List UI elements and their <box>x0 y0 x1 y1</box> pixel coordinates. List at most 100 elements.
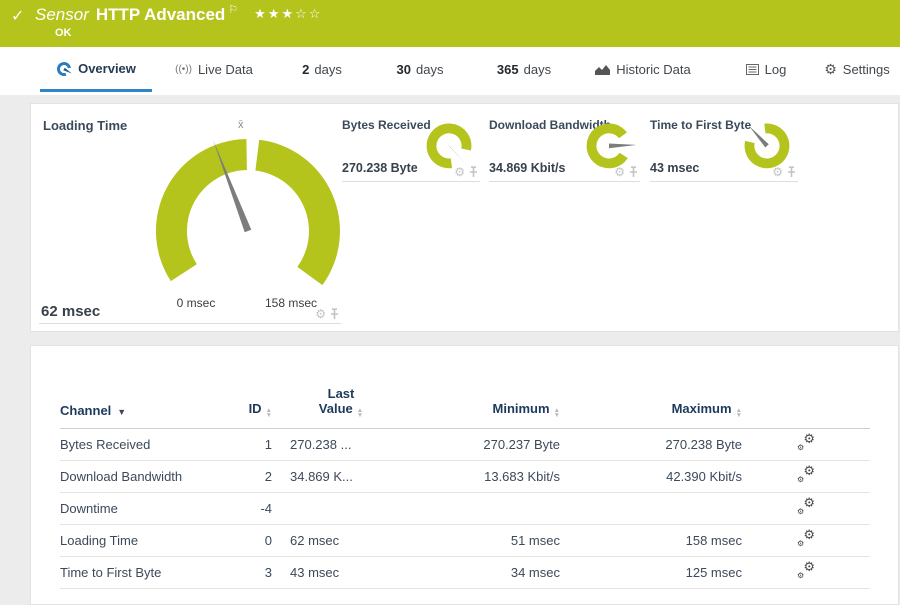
tab-historic-data[interactable]: Historic Data <box>588 47 698 92</box>
gauge-tile-bytes-received[interactable]: Bytes Received 270.238 Byte ⚙ <box>342 112 480 182</box>
gauge-tile-time-to-first-byte[interactable]: Time to First Byte 43 msec ⚙ <box>650 112 798 182</box>
sort-desc-icon: ▼ <box>117 407 127 417</box>
gauge-value: 62 msec <box>41 303 101 320</box>
channel-minimum: 34 msec <box>410 556 560 589</box>
channel-id: 3 <box>210 556 272 589</box>
table-row: Bytes Received 1 270.238 ... 270.237 Byt… <box>60 428 870 461</box>
sort-icons: ▲ ▼ <box>553 407 560 419</box>
gear-icon: ⚙ <box>824 61 837 77</box>
tab-number: 365 <box>496 62 519 77</box>
channel-last-value: 43 msec <box>272 556 410 589</box>
pin-icon[interactable] <box>469 166 478 178</box>
stars-empty: ☆☆ <box>295 6 323 21</box>
channel-settings-icon[interactable]: ⚙ ⚙ <box>797 528 815 548</box>
flag-icon[interactable]: ⚐ <box>228 4 238 16</box>
sort-icons: ▲ ▼ <box>265 407 272 419</box>
channel-name[interactable]: Downtime <box>60 492 210 525</box>
channel-maximum: 158 msec <box>560 524 742 557</box>
tab-label: Log <box>764 62 787 77</box>
gauge-settings-gear-icon[interactable]: ⚙ <box>315 308 326 320</box>
column-header-minimum[interactable]: Minimum ▲ ▼ <box>410 372 560 429</box>
gauge-needle <box>608 143 637 149</box>
gauge-title: Bytes Received <box>342 118 431 132</box>
channel-maximum <box>560 492 742 525</box>
channel-last-value: 270.238 ... <box>272 428 410 461</box>
gauge-title: Time to First Byte <box>650 118 752 132</box>
column-header-last-value[interactable]: Last Value ▲ ▼ <box>272 372 410 429</box>
gauge-title: Loading Time <box>43 118 128 133</box>
sensor-title: HTTP Advanced <box>95 5 226 24</box>
channels-panel: Channel ▼ ID ▲ ▼ Last Value ▲ ▼ Minimum ▲ ▼ Max… <box>30 345 899 605</box>
channel-name[interactable]: Time to First Byte <box>60 556 210 589</box>
channel-minimum <box>410 492 560 525</box>
channel-name[interactable]: Download Bandwidth <box>60 460 210 493</box>
log-list-icon <box>745 64 759 75</box>
pin-icon[interactable] <box>330 308 339 320</box>
gauge-value: 270.238 Byte <box>342 161 418 175</box>
broadcast-icon: ((•)) <box>175 64 192 75</box>
tab-label: Live Data <box>197 62 253 77</box>
gauge-value: 43 msec <box>650 161 700 175</box>
channel-id: -4 <box>210 492 272 525</box>
column-header-id[interactable]: ID ▲ ▼ <box>210 372 272 429</box>
sort-icons: ▲ ▼ <box>356 407 364 419</box>
table-row: Download Bandwidth 2 34.869 K... 13.683 … <box>60 460 870 493</box>
tab-2-days[interactable]: 2 days <box>293 47 351 92</box>
tab-30-days[interactable]: 30 days <box>388 47 452 92</box>
channel-maximum: 42.390 Kbit/s <box>560 460 742 493</box>
column-header-channel[interactable]: Channel ▼ <box>60 372 210 429</box>
channel-settings-icon[interactable]: ⚙ ⚙ <box>797 496 815 516</box>
gauge-icon <box>57 62 72 76</box>
channel-id: 0 <box>210 524 272 557</box>
gauge-tile-download-bandwidth[interactable]: Download Bandwidth 34.869 Kbit/s ⚙ <box>489 112 640 182</box>
channel-last-value: 62 msec <box>272 524 410 557</box>
tab-settings[interactable]: ⚙ Settings <box>822 47 892 92</box>
table-row: Loading Time 0 62 msec 51 msec 158 msec … <box>60 524 870 557</box>
priority-stars[interactable]: ★★★☆☆ <box>254 6 322 21</box>
sensor-kind-label: Sensor <box>35 5 89 24</box>
channel-settings-icon[interactable]: ⚙ ⚙ <box>797 560 815 580</box>
channel-name[interactable]: Bytes Received <box>60 428 210 461</box>
column-header-maximum[interactable]: Maximum ▲ ▼ <box>560 372 742 429</box>
pin-icon[interactable] <box>787 166 796 178</box>
area-chart-icon <box>595 65 611 75</box>
pin-icon[interactable] <box>629 166 638 178</box>
channel-settings-icon[interactable]: ⚙ ⚙ <box>797 432 815 452</box>
gauge-settings-gear-icon[interactable]: ⚙ <box>614 166 625 178</box>
channel-minimum: 270.237 Byte <box>410 428 560 461</box>
tab-number: 30 <box>396 62 411 77</box>
gauge-scale-min: 0 msec <box>176 296 216 310</box>
channel-name[interactable]: Loading Time <box>60 524 210 557</box>
channel-maximum: 270.238 Byte <box>560 428 742 461</box>
table-row: Time to First Byte 3 43 msec 34 msec 125… <box>60 556 870 589</box>
tab-log[interactable]: Log <box>737 47 795 92</box>
channel-last-value <box>272 492 410 525</box>
gauge-settings-gear-icon[interactable]: ⚙ <box>772 166 783 178</box>
tab-label: Overview <box>78 60 136 76</box>
tab-365-days[interactable]: 365 days <box>487 47 561 92</box>
status-ok-check-icon: ✓ <box>11 8 25 25</box>
channel-id: 1 <box>210 428 272 461</box>
tab-live-data[interactable]: ((•)) Live Data <box>168 47 260 92</box>
tab-label: days <box>314 62 342 77</box>
channel-maximum: 125 msec <box>560 556 742 589</box>
gauge-settings-gear-icon[interactable]: ⚙ <box>454 166 465 178</box>
sensor-tab-bar: Overview ((•)) Live Data 2 days 30 days … <box>0 47 900 95</box>
stars-filled: ★★★ <box>254 6 296 21</box>
time-to-first-byte-gauge <box>744 123 790 169</box>
table-row: Downtime -4 ⚙ ⚙ <box>60 492 870 525</box>
channel-minimum: 13.683 Kbit/s <box>410 460 560 493</box>
sort-icons: ▲ ▼ <box>735 407 742 419</box>
sensor-status-badge: OK <box>55 27 72 39</box>
download-bandwidth-gauge <box>586 123 637 169</box>
tab-overview[interactable]: Overview <box>40 47 152 92</box>
mean-marker-label: x̄ <box>238 119 244 131</box>
gauge-tile-loading-time[interactable]: Loading Time x̄ 0 msec 158 msec 62 msec … <box>39 112 341 324</box>
tab-label: days <box>416 62 444 77</box>
channel-id: 2 <box>210 460 272 493</box>
tab-number: 2 <box>302 62 310 77</box>
tab-label: days <box>523 62 552 77</box>
tab-label: Settings <box>842 62 890 77</box>
channel-settings-icon[interactable]: ⚙ ⚙ <box>797 464 815 484</box>
channel-last-value: 34.869 K... <box>272 460 410 493</box>
